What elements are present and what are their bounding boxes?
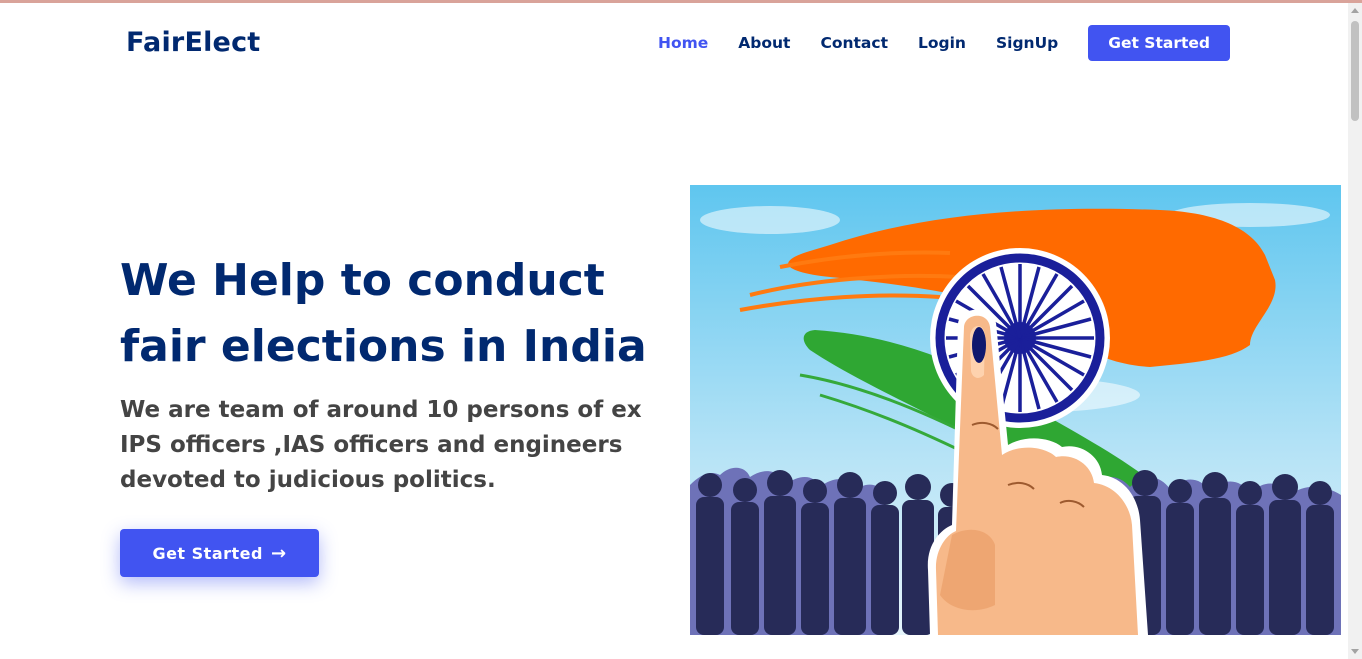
hero-title: We Help to conduct fair elections in Ind…	[120, 255, 647, 372]
nav-about[interactable]: About	[738, 34, 790, 52]
voting-illustration-svg	[690, 185, 1341, 635]
nav-home[interactable]: Home	[658, 34, 708, 52]
arrow-right-icon: →	[270, 542, 287, 564]
get-started-nav-button[interactable]: Get Started	[1088, 25, 1230, 61]
page-scrollbar[interactable]	[1348, 3, 1362, 659]
hero-subtitle: We are team of around 10 persons of ex I…	[120, 397, 642, 493]
brand-logo[interactable]: FairElect	[126, 27, 260, 58]
nav-login[interactable]: Login	[918, 34, 966, 52]
main-nav: Home About Contact Login SignUp Get Star…	[628, 25, 1230, 61]
hero-button-label: Get Started	[152, 543, 263, 563]
nav-contact[interactable]: Contact	[820, 34, 888, 52]
scroll-down-icon[interactable]	[1351, 649, 1359, 654]
nav-signup[interactable]: SignUp	[996, 34, 1058, 52]
navbar: FairElect Home About Contact Login SignU…	[0, 3, 1348, 83]
scroll-thumb[interactable]	[1351, 21, 1359, 121]
get-started-hero-button[interactable]: Get Started →	[120, 529, 319, 577]
scroll-up-icon[interactable]	[1351, 8, 1359, 13]
hero-illustration	[690, 185, 1341, 635]
